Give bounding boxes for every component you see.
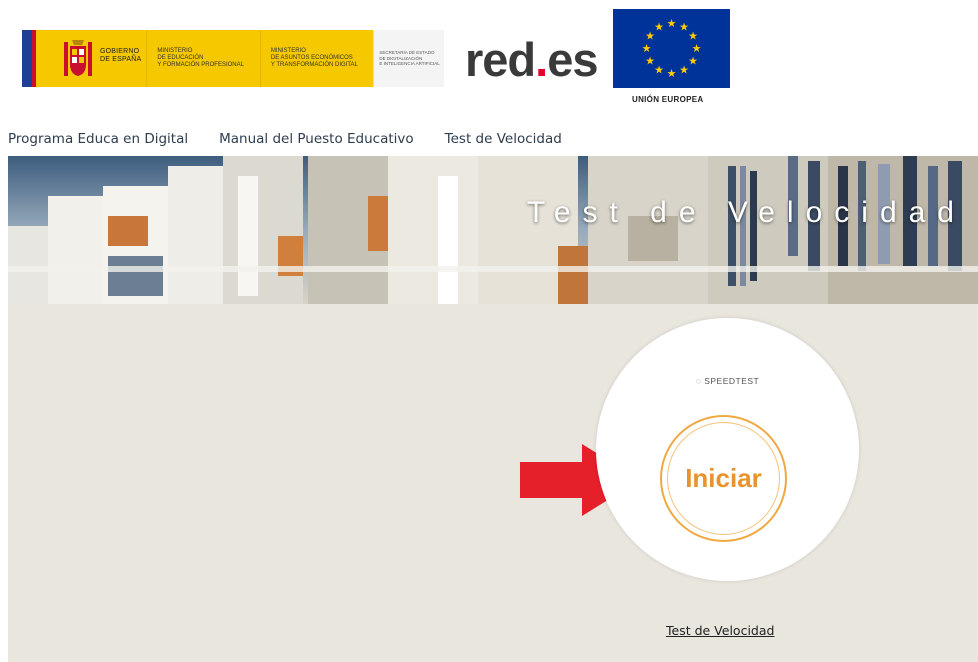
gobierno-text: GOBIERNO DE ESPAÑA xyxy=(100,48,141,64)
start-button[interactable]: Iniciar xyxy=(660,415,787,542)
main-navigation: Programa Educa en Digital Manual del Pue… xyxy=(8,131,562,151)
start-button-label: Iniciar xyxy=(685,463,762,493)
union-europea-label: UNIÓN EUROPEA xyxy=(632,95,704,104)
ministry1-line-1: MINISTERIO xyxy=(157,48,193,54)
test-de-velocidad-link[interactable]: Test de Velocidad xyxy=(666,623,774,638)
nav-item-manual-puesto[interactable]: Manual del Puesto Educativo xyxy=(219,131,414,151)
flag-stripe-red xyxy=(32,30,36,87)
ministry2-line-3: Y TRANSFORMACIÓN DIGITAL xyxy=(270,62,358,68)
ministry2-line-1: MINISTERIO xyxy=(270,48,306,54)
red-es-logo: red.es xyxy=(465,32,598,87)
svg-text:★: ★ xyxy=(642,42,652,55)
eu-stripe xyxy=(22,30,32,87)
gov-line-2: DE ESPAÑA xyxy=(100,56,142,63)
nav-item-programa-educa[interactable]: Programa Educa en Digital xyxy=(8,131,188,151)
svg-text:★: ★ xyxy=(688,30,698,43)
library-shelves-image xyxy=(8,156,978,304)
svg-text:★: ★ xyxy=(645,55,655,68)
ministry1-line-3: Y FORMACIÓN PROFESIONAL xyxy=(157,62,244,68)
ministerio-economicos-logo: MINISTERIO DE ASUNTOS ECONÓMICOS Y TRANS… xyxy=(259,30,374,87)
svg-text:★: ★ xyxy=(688,55,698,68)
main-content: ◌ SPEEDTEST Iniciar Test de Velocidad xyxy=(8,304,978,662)
ministry1-line-2: DE EDUCACIÓN xyxy=(157,55,204,61)
svg-text:★: ★ xyxy=(679,64,689,77)
speedtest-brand: ◌ SPEEDTEST xyxy=(596,376,859,386)
site-header: GOBIERNO DE ESPAÑA MINISTERIO DE EDUCACI… xyxy=(0,0,978,118)
reds-dot: . xyxy=(535,33,548,86)
svg-text:★: ★ xyxy=(654,21,664,34)
speedometer-icon: ◌ xyxy=(695,376,702,386)
coat-of-arms-icon xyxy=(64,40,92,76)
svg-text:★: ★ xyxy=(654,64,664,77)
secretary-line-3: E INTELIGENCIA ARTIFICIAL xyxy=(379,61,440,67)
reds-suffix: es xyxy=(547,33,598,86)
ministerio-educacion-logo: MINISTERIO DE EDUCACIÓN Y FORMACIÓN PROF… xyxy=(146,30,260,87)
secretaria-estado-logo: SECRETARÍA DE ESTADO DE DIGITALIZACIÓN E… xyxy=(373,30,445,87)
nav-item-test-velocidad[interactable]: Test de Velocidad xyxy=(445,131,562,151)
speedtest-widget: ◌ SPEEDTEST Iniciar xyxy=(596,318,859,581)
svg-text:★: ★ xyxy=(667,17,677,30)
svg-text:★: ★ xyxy=(692,42,702,55)
svg-text:★: ★ xyxy=(667,67,677,80)
gov-line-1: GOBIERNO xyxy=(100,48,140,55)
hero-banner: Test de Velocidad xyxy=(8,156,978,304)
reds-prefix: red xyxy=(465,33,536,86)
government-logo-bar: GOBIERNO DE ESPAÑA MINISTERIO DE EDUCACI… xyxy=(22,30,445,87)
eu-flag-icon: ★ ★ ★ ★ ★ ★ ★ ★ ★ ★ ★ ★ xyxy=(613,9,730,88)
hero-title: Test de Velocidad xyxy=(526,196,966,229)
speedtest-brand-text: SPEEDTEST xyxy=(704,376,760,386)
gobierno-de-espana-logo: GOBIERNO DE ESPAÑA xyxy=(22,30,147,87)
secretary-line-1: SECRETARÍA DE ESTADO xyxy=(379,50,435,56)
ministry2-line-2: DE ASUNTOS ECONÓMICOS xyxy=(270,55,353,61)
